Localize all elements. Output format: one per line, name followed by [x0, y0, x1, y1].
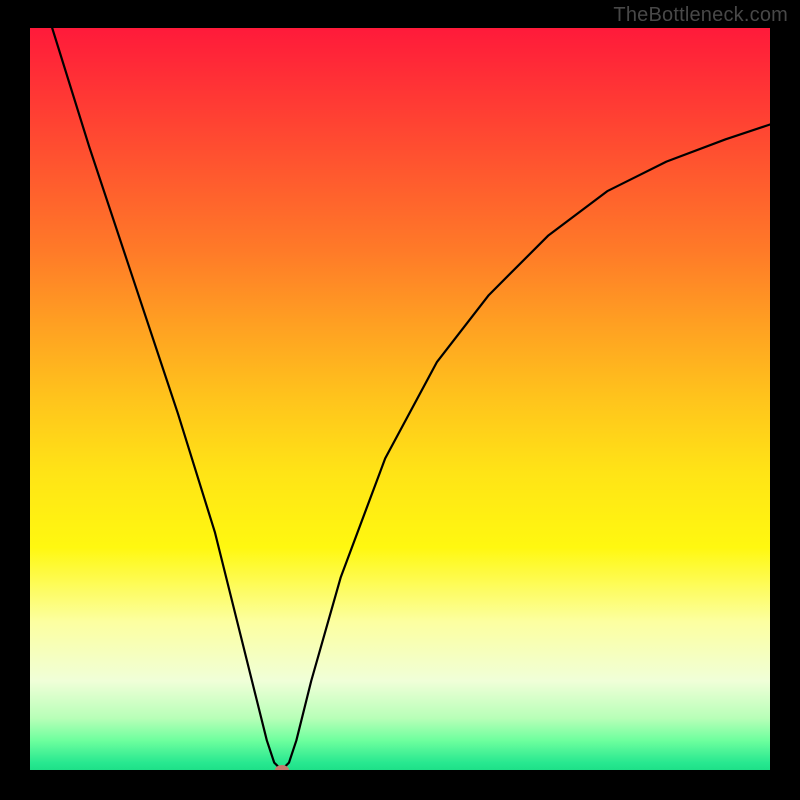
- bottleneck-curve: [30, 28, 770, 770]
- plot-area: [30, 28, 770, 770]
- watermark-text: TheBottleneck.com: [613, 4, 788, 27]
- minimum-point-marker: [275, 765, 289, 770]
- chart-container: TheBottleneck.com: [0, 0, 800, 800]
